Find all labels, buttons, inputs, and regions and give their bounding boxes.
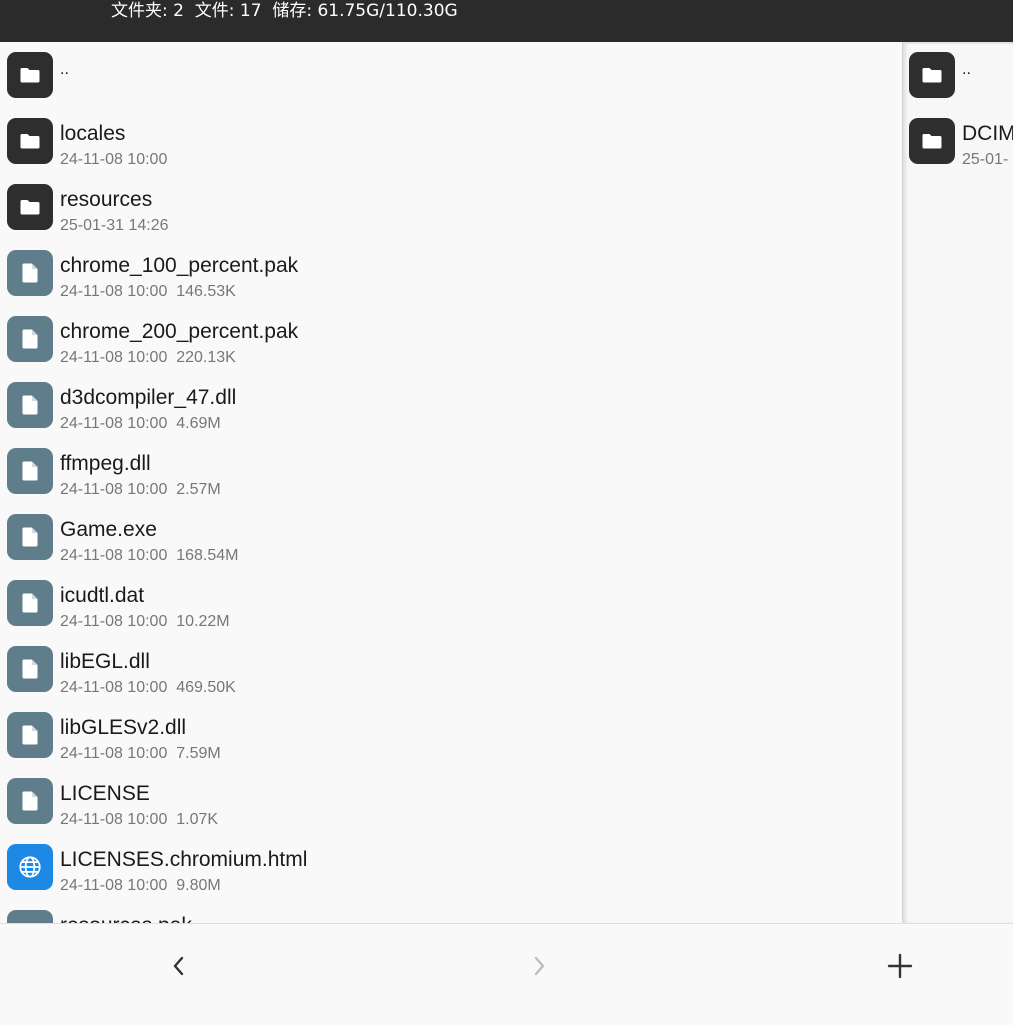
item-name: chrome_200_percent.pak xyxy=(60,320,299,343)
item-name: libGLESv2.dll xyxy=(60,716,187,739)
file-icon xyxy=(7,514,53,560)
file-item[interactable]: LICENSES.chromium.html 24-11-08 10:00 9.8… xyxy=(0,834,900,900)
item-name: ffmpeg.dll xyxy=(60,452,151,475)
file-item[interactable]: libEGL.dll 24-11-08 10:00 469.50K xyxy=(0,636,900,702)
forward-button[interactable] xyxy=(519,946,559,986)
item-meta: 24-11-08 10:00 220.13K xyxy=(60,349,236,366)
item-name: Game.exe xyxy=(60,518,157,541)
item-name: resources.pak xyxy=(60,913,192,923)
folder-item[interactable]: DCIM 25-01- xyxy=(903,108,1013,174)
item-meta: 24-11-08 10:00 9.80M xyxy=(60,877,221,894)
item-name: libEGL.dll xyxy=(60,650,150,673)
item-name: locales xyxy=(60,122,126,145)
back-button[interactable] xyxy=(159,946,199,986)
folder-item[interactable]: locales 24-11-08 10:00 xyxy=(0,108,900,174)
file-icon xyxy=(7,382,53,428)
item-name: DCIM xyxy=(962,122,1013,145)
item-name: .. xyxy=(962,61,971,78)
folder-item[interactable]: .. xyxy=(0,42,900,108)
folder-icon xyxy=(7,184,53,230)
file-list-left-pane[interactable]: .. locales 24-11-08 10:00 resources 25-01-31… xyxy=(0,42,900,923)
bottom-toolbar xyxy=(0,923,1013,1025)
item-meta: 24-11-08 10:00 2.57M xyxy=(60,481,221,498)
item-meta: 24-11-08 10:00 7.59M xyxy=(60,745,221,762)
status-bar: 文件夹: 2 文件: 17 储存: 61.75G/110.30G xyxy=(0,0,1013,42)
item-name: LICENSES.chromium.html xyxy=(60,848,308,871)
file-icon xyxy=(7,580,53,626)
file-item[interactable]: LICENSE 24-11-08 10:00 1.07K xyxy=(0,768,900,834)
item-meta: 24-11-08 10:00 xyxy=(60,151,168,168)
item-name: chrome_100_percent.pak xyxy=(60,254,299,277)
folder-item[interactable]: resources 25-01-31 14:26 xyxy=(0,174,900,240)
file-item[interactable]: Game.exe 24-11-08 10:00 168.54M xyxy=(0,504,900,570)
item-meta: 25-01- xyxy=(962,151,1009,168)
chevron-left-icon xyxy=(173,956,184,976)
file-icon xyxy=(7,448,53,494)
file-icon xyxy=(7,316,53,362)
item-name: LICENSE xyxy=(60,782,150,805)
item-name: d3dcompiler_47.dll xyxy=(60,386,237,409)
item-meta: 24-11-08 10:00 146.53K xyxy=(60,283,236,300)
folder-item[interactable]: .. xyxy=(903,42,1013,108)
plus-icon xyxy=(887,953,913,979)
item-meta: 24-11-08 10:00 4.69M xyxy=(60,415,221,432)
item-meta: 24-11-08 10:00 10.22M xyxy=(60,613,230,630)
folder-icon xyxy=(7,52,53,98)
folder-icon xyxy=(909,118,955,164)
item-meta: 24-11-08 10:00 469.50K xyxy=(60,679,236,696)
file-item[interactable]: ffmpeg.dll 24-11-08 10:00 2.57M xyxy=(0,438,900,504)
item-meta: 25-01-31 14:26 xyxy=(60,217,169,234)
folder-icon xyxy=(7,118,53,164)
file-icon xyxy=(7,250,53,296)
folder-icon xyxy=(909,52,955,98)
file-item[interactable]: d3dcompiler_47.dll 24-11-08 10:00 4.69M xyxy=(0,372,900,438)
file-icon xyxy=(7,778,53,824)
file-item[interactable]: libGLESv2.dll 24-11-08 10:00 7.59M xyxy=(0,702,900,768)
chevron-right-icon xyxy=(534,956,545,976)
item-meta: 24-11-08 10:00 168.54M xyxy=(60,547,239,564)
item-meta: 24-11-08 10:00 1.07K xyxy=(60,811,219,828)
file-item[interactable]: resources.pak xyxy=(0,900,900,923)
file-list-right-pane[interactable]: .. DCIM 25-01- xyxy=(902,42,1013,923)
file-item[interactable]: icudtl.dat 24-11-08 10:00 10.22M xyxy=(0,570,900,636)
storage-info: 文件夹: 2 文件: 17 储存: 61.75G/110.30G xyxy=(111,1,458,21)
globe-icon xyxy=(7,844,53,890)
item-name: .. xyxy=(60,61,69,78)
add-button[interactable] xyxy=(880,946,920,986)
file-icon xyxy=(7,910,53,923)
item-name: icudtl.dat xyxy=(60,584,145,607)
item-name: resources xyxy=(60,188,153,211)
file-item[interactable]: chrome_200_percent.pak 24-11-08 10:00 220… xyxy=(0,306,900,372)
file-item[interactable]: chrome_100_percent.pak 24-11-08 10:00 146… xyxy=(0,240,900,306)
file-icon xyxy=(7,712,53,758)
file-icon xyxy=(7,646,53,692)
